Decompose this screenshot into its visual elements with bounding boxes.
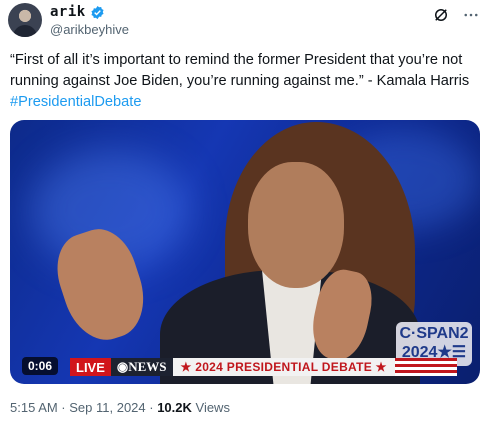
live-badge: LIVE xyxy=(70,358,111,376)
verified-badge-icon xyxy=(91,5,104,19)
cspan-line1: C·SPAN2 xyxy=(399,325,469,342)
video-player[interactable]: C·SPAN2 2024★☰ 0:06 LIVE ◉NEWS ★ 2024 PR… xyxy=(10,120,480,384)
hashtag-link[interactable]: #PresidentialDebate xyxy=(10,92,480,113)
network-logo: ◉NEWS xyxy=(110,358,173,376)
tweet-body: “First of all it’s important to remind t… xyxy=(10,52,470,89)
more-icon[interactable] xyxy=(462,6,480,24)
author-name-row: arik xyxy=(50,4,105,20)
flag-stripes xyxy=(394,358,457,376)
timestamp-link[interactable]: 5:15 AM · Sep 11, 2024 · xyxy=(10,400,157,415)
tweet-meta: 5:15 AM · Sep 11, 2024 · 10.2K Views xyxy=(10,400,230,415)
video-duration: 0:06 xyxy=(22,357,59,375)
author-handle[interactable]: @arikbeyhive xyxy=(50,22,129,37)
broadcast-lower-third: LIVE ◉NEWS ★ 2024 PRESIDENTIAL DEBATE ★ xyxy=(70,358,457,376)
tweet-text: “First of all it’s important to remind t… xyxy=(10,50,480,113)
author-avatar[interactable] xyxy=(8,3,42,37)
tweet-actions-top xyxy=(432,6,480,24)
author-display-name[interactable]: arik xyxy=(50,4,86,20)
views-label: Views xyxy=(191,400,230,415)
views-count: 10.2K xyxy=(157,400,192,415)
grok-icon[interactable] xyxy=(432,6,450,24)
debate-banner: ★ 2024 PRESIDENTIAL DEBATE ★ xyxy=(172,358,395,376)
speaker-face xyxy=(248,162,344,288)
network-label: NEWS xyxy=(128,359,167,374)
avatar-shirt xyxy=(13,25,37,37)
